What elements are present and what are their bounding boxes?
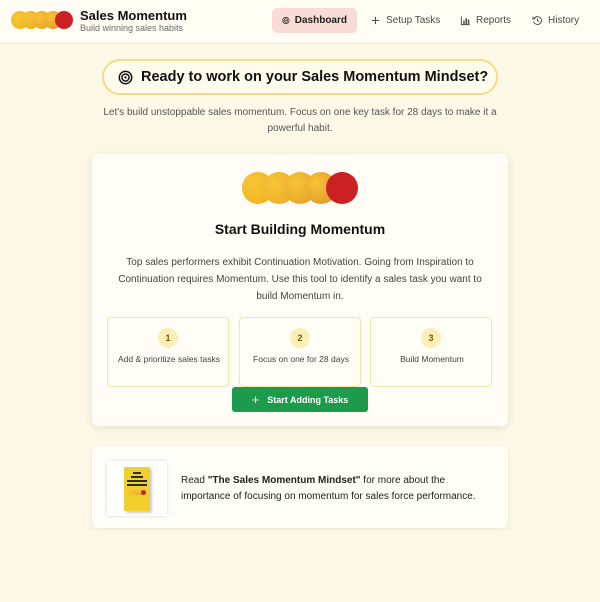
hero-title-pill: Ready to work on your Sales Momentum Min… <box>102 59 498 95</box>
plus-icon: + <box>251 392 260 407</box>
plus-icon <box>371 16 380 25</box>
brand-title[interactable]: Sales Momentum <box>80 8 187 23</box>
nav-history[interactable]: History <box>522 8 589 33</box>
book-cover-image[interactable] <box>107 461 167 516</box>
cover-title-line <box>133 472 141 474</box>
nav-dashboard-label: Dashboard <box>294 15 347 26</box>
start-adding-tasks-label: Start Adding Tasks <box>267 394 349 405</box>
nav-history-label: History <box>548 15 580 26</box>
target-icon <box>282 16 290 25</box>
nav-reports[interactable]: Reports <box>450 8 521 33</box>
card-description: Top sales performers exhibit Continuatio… <box>118 257 482 302</box>
cover-title-line <box>127 484 147 486</box>
brand-subtitle: Build winning sales habits <box>80 23 184 33</box>
target-icon <box>118 70 133 84</box>
book-promo-text: Read "The Sales Momentum Mindset" for mo… <box>181 473 496 505</box>
step-card: 1 Add & prioritize sales tasks <box>107 317 229 387</box>
step-label: Focus on one for 28 days <box>253 354 349 364</box>
nav-setup-tasks[interactable]: Setup Tasks <box>360 8 450 33</box>
book-promo-card: Read "The Sales Momentum Mindset" for mo… <box>92 446 508 528</box>
hero-intro-text: Let's build unstoppable sales momentum. … <box>103 107 497 134</box>
book-title-link[interactable]: "The Sales Momentum Mindset" <box>208 475 361 486</box>
card-title: Start Building Momentum <box>214 221 386 237</box>
step-card: 2 Focus on one for 28 days <box>239 317 361 387</box>
step-label: Build Momentum <box>400 354 464 364</box>
nav-reports-label: Reports <box>476 15 512 26</box>
momentum-dots-graphic <box>242 172 358 204</box>
cover-title-line <box>131 476 143 478</box>
step-label: Add & prioritize sales tasks <box>117 354 221 364</box>
bar-chart-icon <box>460 16 470 26</box>
step-number-badge: 2 <box>290 328 310 348</box>
start-adding-tasks-button[interactable]: + Start Adding Tasks <box>232 387 368 412</box>
top-nav-bar: Sales Momentum Build winning sales habit… <box>0 0 600 44</box>
nav-setup-tasks-label: Setup Tasks <box>386 15 441 26</box>
momentum-dot <box>326 172 358 204</box>
step-number-badge: 1 <box>158 328 178 348</box>
history-icon <box>532 16 542 25</box>
cover-dot <box>141 490 146 495</box>
hero-title: Ready to work on your Sales Momentum Min… <box>141 69 489 85</box>
logo-dot <box>55 11 73 29</box>
book-cover <box>124 467 150 511</box>
step-number-badge: 3 <box>421 328 441 348</box>
book-text-prefix: Read <box>181 475 208 486</box>
cover-dots <box>129 490 146 495</box>
cover-title-line <box>127 480 147 482</box>
start-momentum-card: Start Building Momentum Top sales perfor… <box>92 154 508 426</box>
nav-dashboard[interactable]: Dashboard <box>272 8 357 33</box>
brand-logo[interactable] <box>11 11 73 29</box>
step-card: 3 Build Momentum <box>370 317 492 387</box>
